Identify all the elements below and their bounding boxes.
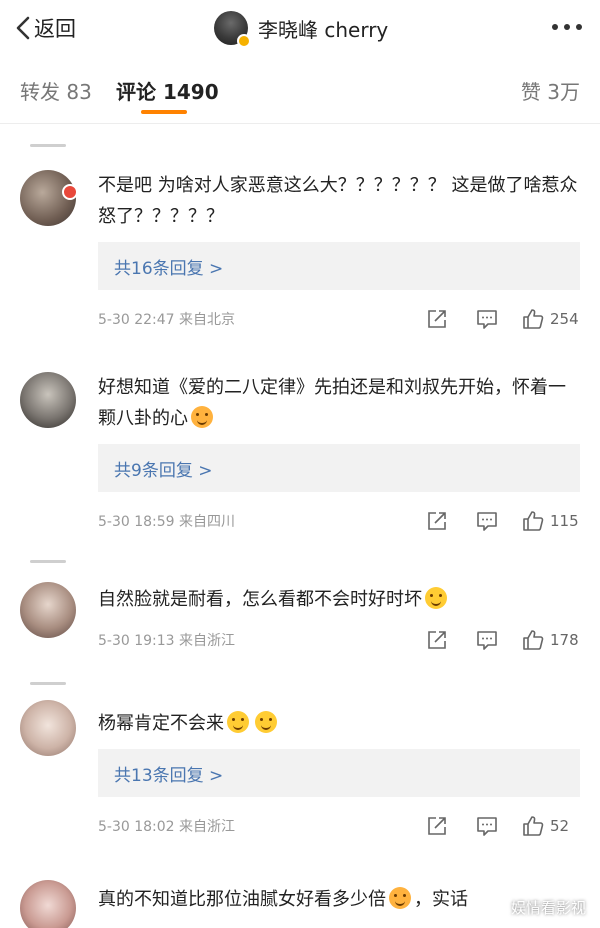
top-nav-bar: 返回 李晓峰 cherry	[0, 0, 600, 56]
comment-text: 真的不知道比那位油腻女好看多少倍 ，实话	[98, 884, 580, 915]
view-replies-link[interactable]: 共16条回复 >	[98, 242, 580, 290]
comment-text-body: 自然脸就是耐看，怎么看都不会时好时坏	[98, 589, 422, 610]
reply-button[interactable]	[476, 815, 498, 837]
like-button[interactable]: 115	[522, 510, 580, 532]
member-badge-icon	[62, 184, 78, 200]
watermark: 娱情看影视	[510, 899, 586, 917]
avatar[interactable]	[214, 11, 251, 48]
share-icon	[428, 512, 446, 530]
share-button[interactable]	[426, 308, 448, 330]
avatar[interactable]	[20, 880, 76, 928]
tab-like[interactable]: 赞 3万	[521, 76, 580, 105]
comment-icon	[477, 512, 497, 531]
comment-text: 好想知道《爱的二八定律》先拍还是和刘叔先开始，怀着一颗八卦的心	[98, 372, 580, 434]
reply-button[interactable]	[476, 308, 498, 330]
view-replies-link[interactable]: 共13条回复 >	[98, 749, 580, 797]
view-replies-link[interactable]: 共9条回复 >	[98, 444, 580, 492]
avatar-shadow	[30, 682, 66, 685]
laugh-tears-emoji-icon	[425, 587, 447, 609]
heart-eyes-emoji-icon	[389, 887, 411, 909]
heart-kiss-emoji-icon	[191, 406, 213, 428]
thumbs-up-icon	[523, 309, 544, 329]
comment-text-body: 好想知道《爱的二八定律》先拍还是和刘叔先开始，怀着一颗八卦的心	[98, 377, 566, 429]
more-options-icon[interactable]	[552, 24, 582, 30]
comment-time-location: 5-30 18:59 来自四川	[98, 514, 236, 530]
title-group[interactable]: 李晓峰 cherry	[214, 10, 389, 48]
comment-text: 自然脸就是耐看，怎么看都不会时好时坏	[98, 584, 580, 615]
comment-text-body: 杨幂肯定不会来	[98, 713, 224, 734]
comment-icon	[477, 817, 497, 836]
reply-button[interactable]	[476, 629, 498, 651]
avatar-shadow	[30, 144, 66, 147]
comment-text-body: 真的不知道比那位油腻女好看多少倍	[98, 889, 386, 910]
like-button[interactable]: 254	[522, 308, 580, 330]
share-button[interactable]	[426, 510, 448, 532]
active-tab-indicator	[141, 110, 187, 114]
sad-face-emoji-icon	[255, 711, 277, 733]
sad-face-emoji-icon	[227, 711, 249, 733]
chevron-left-icon	[16, 16, 30, 40]
comment-time-location: 5-30 19:13 来自浙江	[98, 633, 236, 649]
like-count: 178	[550, 631, 579, 649]
comment-meta: 5-30 22:47 来自北京 254	[98, 304, 580, 334]
tab-bar: 转发 83 评论 1490 赞 3万	[0, 56, 600, 124]
like-button[interactable]: 52	[522, 815, 580, 837]
reply-button[interactable]	[476, 510, 498, 532]
share-icon	[428, 817, 446, 835]
thumbs-up-icon	[523, 511, 544, 531]
tab-comment[interactable]: 评论 1490	[116, 76, 219, 105]
thumbs-up-icon	[523, 816, 544, 836]
share-button[interactable]	[426, 815, 448, 837]
avatar[interactable]	[20, 372, 76, 428]
comment-meta: 5-30 18:02 来自浙江 52	[98, 811, 580, 841]
back-label: 返回	[34, 17, 76, 41]
tab-forward[interactable]: 转发 83	[20, 76, 92, 105]
verified-badge-icon	[237, 34, 251, 48]
like-button[interactable]: 178	[522, 629, 580, 651]
like-count: 115	[550, 512, 579, 530]
like-count: 254	[550, 310, 579, 328]
page-title: 李晓峰 cherry	[258, 17, 389, 42]
comment-icon	[477, 631, 497, 650]
thumbs-up-icon	[523, 630, 544, 650]
share-icon	[428, 631, 446, 649]
comment-icon	[477, 310, 497, 329]
share-button[interactable]	[426, 629, 448, 651]
back-button[interactable]: 返回	[14, 12, 76, 44]
avatar[interactable]	[20, 700, 76, 756]
comment-text: 杨幂肯定不会来	[98, 708, 580, 739]
comment-meta: 5-30 19:13 来自浙江 178	[98, 625, 580, 655]
comment-time-location: 5-30 22:47 来自北京	[98, 312, 236, 328]
comment-meta: 5-30 18:59 来自四川 115	[98, 506, 580, 536]
share-icon	[428, 310, 446, 328]
comment-time-location: 5-30 18:02 来自浙江	[98, 819, 236, 835]
avatar[interactable]	[20, 582, 76, 638]
like-count: 52	[550, 817, 570, 835]
avatar-shadow	[30, 560, 66, 563]
comment-text-tail: ，实话	[414, 889, 468, 910]
comment-text: 不是吧 为啥对人家恶意这么大？？？？？？ 这是做了啥惹众怒了？？？？？	[98, 175, 578, 227]
